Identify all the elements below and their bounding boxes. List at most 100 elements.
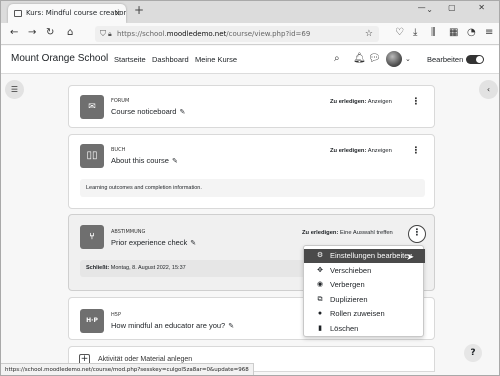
user-menu-chevron-icon[interactable]: ⌄ xyxy=(405,55,411,63)
edit-pencil-icon[interactable]: ✎ xyxy=(190,240,196,247)
activity-description: Learning outcomes and completion informa… xyxy=(80,179,425,197)
actions-menu-icon[interactable]: ⋮ xyxy=(411,146,421,156)
search-icon[interactable]: ⌕ xyxy=(334,53,340,64)
activity-name[interactable]: Prior experience check ✎ xyxy=(111,238,196,247)
activity-type: FORUM xyxy=(111,98,130,104)
activity-name-text[interactable]: How mindful an educator are you? xyxy=(111,321,225,330)
menu-item-move[interactable]: ✥ Verschieben xyxy=(304,264,425,278)
edit-mode-label: Bearbeiten xyxy=(427,55,464,64)
edit-pencil-icon[interactable]: ✎ xyxy=(179,109,185,116)
menu-item-label: Einstellungen bearbeiten xyxy=(330,251,413,260)
back-arrow-icon[interactable]: ← xyxy=(10,27,18,39)
url-prefix: https://school. xyxy=(117,30,167,38)
activity-name[interactable]: About this course ✎ xyxy=(111,156,178,165)
gear-icon: ⚙ xyxy=(316,252,324,259)
chevron-left-icon: ‹ xyxy=(486,85,491,94)
menu-item-label: Verschieben xyxy=(330,265,372,275)
mouse-pointer-icon: ➤ xyxy=(406,252,415,263)
help-button[interactable]: ? xyxy=(464,344,482,362)
forward-arrow-icon[interactable]: → xyxy=(28,27,36,39)
tab-title: Kurs: Mindful course creation xyxy=(26,9,126,17)
choice-fork-icon: ⑂ xyxy=(80,225,104,249)
activity-forum: ✉ FORUM Course noticeboard ✎ Zu erledigen… xyxy=(68,85,435,128)
todo-label: Zu erledigen: xyxy=(330,148,367,154)
downloads-icon[interactable]: ⤓ xyxy=(413,27,417,39)
menu-item-label: Duplizieren xyxy=(330,294,368,304)
reload-icon[interactable]: ↻ xyxy=(46,27,54,39)
book-icon: ▯▯ xyxy=(80,144,104,168)
menu-item-duplicate[interactable]: ⧉ Duplizieren xyxy=(304,293,425,307)
pocket-icon[interactable]: ♡ xyxy=(395,27,404,39)
address-bar[interactable]: ⛉ 🔒︎ https://school.moodledemo.net/cours… xyxy=(95,26,379,42)
todo-label: Zu erledigen: xyxy=(302,230,339,236)
moodle-favicon-icon xyxy=(14,10,22,17)
menu-item-label: Löschen xyxy=(330,323,359,333)
activity-name[interactable]: How mindful an educator are you? ✎ xyxy=(111,321,234,330)
bookmark-star-icon[interactable]: ☆ xyxy=(365,26,373,42)
eye-icon: ◉ xyxy=(316,281,324,288)
completion-status: Zu erledigen: Eine Auswahl treffen xyxy=(302,230,393,236)
todo-label: Zu erledigen: xyxy=(330,99,367,105)
close-date-value: Montag, 8. August 2022, 15:37 xyxy=(110,265,186,271)
nav-meine-kurse[interactable]: Meine Kurse xyxy=(195,55,237,64)
course-index-toggle[interactable]: ☰ xyxy=(5,80,24,99)
copy-icon: ⧉ xyxy=(317,295,323,303)
browser-tab[interactable]: Kurs: Mindful course creation ✕ xyxy=(8,4,126,23)
actions-menu-icon[interactable]: ⋮ xyxy=(411,97,421,107)
add-activity-label: Aktivität oder Material anlegen xyxy=(98,356,193,363)
nav-startseite[interactable]: Startseite xyxy=(114,55,146,64)
url-host: moodledemo.net xyxy=(166,30,227,38)
notification-bell-icon[interactable]: 🔔︎ xyxy=(353,53,366,64)
tab-strip: Kurs: Mindful course creation ✕ + ⌄ — ▢ … xyxy=(1,1,499,23)
activity-name-text[interactable]: About this course xyxy=(111,156,169,165)
url-path: /course/view.php?id=69 xyxy=(226,30,311,38)
menu-item-delete[interactable]: ▮ Löschen xyxy=(304,322,425,336)
avatar[interactable] xyxy=(386,51,402,67)
moodle-header: Mount Orange School Startseite Dashboard… xyxy=(1,46,499,74)
site-name[interactable]: Mount Orange School xyxy=(11,53,108,64)
todo-value: Anzeigen xyxy=(367,99,392,105)
close-tab-icon[interactable]: ✕ xyxy=(114,4,121,23)
edit-pencil-icon[interactable]: ✎ xyxy=(172,158,178,165)
completion-status: Zu erledigen: Anzeigen xyxy=(330,99,392,105)
activity-type: BUCH xyxy=(111,147,126,153)
trash-icon: ▮ xyxy=(318,324,322,332)
h5p-icon: H·P xyxy=(80,309,104,333)
browser-window: Kurs: Mindful course creation ✕ + ⌄ — ▢ … xyxy=(0,0,500,376)
menu-item-hide[interactable]: ◉ Verbergen xyxy=(304,278,425,292)
app-menu-icon[interactable]: ≡ xyxy=(485,27,493,39)
edit-mode-toggle[interactable] xyxy=(466,55,484,64)
new-tab-button[interactable]: + xyxy=(134,3,144,17)
actions-menu-icon[interactable]: ⋮ xyxy=(408,225,426,243)
window-controls[interactable]: — ▢ ✕ xyxy=(418,3,495,12)
menu-item-label: Verbergen xyxy=(330,280,365,289)
extension-icon[interactable]: ▦ xyxy=(449,27,458,39)
activity-name[interactable]: Course noticeboard ✎ xyxy=(111,107,185,116)
activity-name-text[interactable]: Prior experience check xyxy=(111,238,187,247)
tracking-shield-icon[interactable]: ⛉ xyxy=(100,26,106,42)
activity-type: ABSTIMMUNG xyxy=(111,229,146,235)
account-icon[interactable]: ◔ xyxy=(467,27,476,39)
messages-icon[interactable]: 💬︎ xyxy=(368,53,381,64)
library-icon[interactable]: ⫼ xyxy=(431,27,436,39)
menu-item-label: Rollen zuweisen xyxy=(330,309,385,318)
completion-status: Zu erledigen: Anzeigen xyxy=(330,148,392,154)
activity-dates: Schließt: Montag, 8. August 2022, 15:37 xyxy=(80,260,310,277)
activity-book: ▯▯ BUCH About this course ✎ Zu erledigen:… xyxy=(68,134,435,209)
user-icon: ● xyxy=(317,310,323,317)
list-icon: ☰ xyxy=(10,85,19,94)
navigation-bar: ← → ↻ ⌂ ⛉ 🔒︎ https://school.moodledemo.n… xyxy=(1,23,499,45)
lock-icon[interactable]: 🔒︎ xyxy=(108,26,112,42)
nav-dashboard[interactable]: Dashboard xyxy=(152,55,189,64)
status-bar-url: https://school.moodledemo.net/course/mod… xyxy=(1,363,254,375)
edit-pencil-icon[interactable]: ✎ xyxy=(228,323,234,330)
block-drawer-toggle[interactable]: ‹ xyxy=(479,80,498,99)
activity-name-text[interactable]: Course noticeboard xyxy=(111,107,176,116)
todo-value: Eine Auswahl treffen xyxy=(340,230,393,236)
menu-item-assign-roles[interactable]: ● Rollen zuweisen xyxy=(304,307,425,321)
home-icon[interactable]: ⌂ xyxy=(67,27,73,39)
activity-type: H5P xyxy=(111,312,121,318)
todo-value: Anzeigen xyxy=(367,148,392,154)
move-icon: ✥ xyxy=(317,266,323,274)
close-date-label: Schließt: xyxy=(86,265,110,271)
